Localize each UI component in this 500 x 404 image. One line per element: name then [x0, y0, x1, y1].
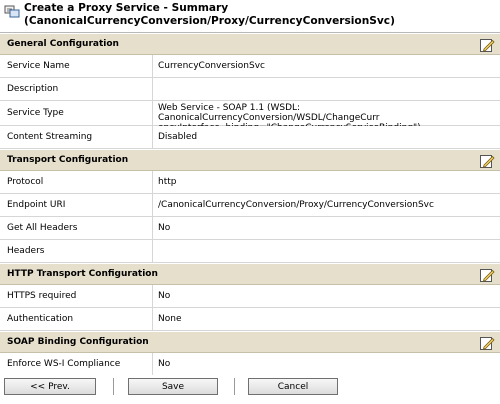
- table-row: Headers: [0, 240, 500, 263]
- row-label: Content Streaming: [0, 126, 153, 148]
- section-general-configuration: General Configuration: [0, 33, 500, 55]
- row-value: Web Service - SOAP 1.1 (WSDL: CanonicalC…: [153, 101, 500, 133]
- table-row: Service Name CurrencyConversionSvc: [0, 55, 500, 78]
- button-bar: << Prev. Save Cancel: [0, 375, 500, 404]
- edit-transport-configuration-icon[interactable]: [479, 153, 495, 169]
- row-label: Authentication: [0, 308, 153, 330]
- row-value: Disabled: [158, 132, 198, 142]
- row-label: Headers: [0, 240, 153, 262]
- service-type-line1: Web Service - SOAP 1.1 (WSDL: CanonicalC…: [158, 103, 380, 123]
- row-value: CurrencyConversionSvc: [158, 61, 265, 71]
- row-value: [153, 240, 500, 262]
- table-row: Authentication None: [0, 308, 500, 331]
- section-title: HTTP Transport Configuration: [7, 269, 158, 279]
- table-row: Get All Headers No: [0, 217, 500, 240]
- prev-button[interactable]: << Prev.: [4, 378, 96, 395]
- table-row: Protocol http: [0, 171, 500, 194]
- row-value: /CanonicalCurrencyConversion/Proxy/Curre…: [158, 200, 434, 210]
- table-row: Description: [0, 78, 500, 101]
- row-label: HTTPS required: [0, 285, 153, 307]
- button-separator: [234, 378, 235, 395]
- table-row: Endpoint URI /CanonicalCurrencyConversio…: [0, 194, 500, 217]
- page-title: Create a Proxy Service - Summary (Canoni…: [24, 2, 395, 28]
- page-title-line1: Create a Proxy Service - Summary: [24, 2, 229, 14]
- row-label: Enforce WS-I Compliance: [0, 353, 153, 375]
- summary-table: General Configuration Service Name Curre…: [0, 32, 500, 376]
- section-title: SOAP Binding Configuration: [7, 337, 149, 347]
- cancel-button[interactable]: Cancel: [248, 378, 338, 395]
- row-label: Endpoint URI: [0, 194, 153, 216]
- row-value: [153, 78, 500, 100]
- table-row: Content Streaming Disabled: [0, 126, 500, 149]
- row-label: Get All Headers: [0, 217, 153, 239]
- edit-general-configuration-icon[interactable]: [479, 37, 495, 53]
- row-value: No: [158, 291, 171, 301]
- row-value: None: [158, 314, 182, 324]
- button-separator: [113, 378, 114, 395]
- row-label: Service Type: [0, 101, 153, 125]
- section-transport-configuration: Transport Configuration: [0, 149, 500, 171]
- table-row: HTTPS required No: [0, 285, 500, 308]
- section-soap-binding-configuration: SOAP Binding Configuration: [0, 331, 500, 353]
- table-row: Enforce WS-I Compliance No: [0, 353, 500, 376]
- row-value: http: [158, 177, 177, 187]
- table-row: Service Type Web Service - SOAP 1.1 (WSD…: [0, 101, 500, 133]
- row-value: No: [158, 359, 171, 369]
- proxy-service-summary-page: Create a Proxy Service - Summary (Canoni…: [0, 0, 500, 404]
- edit-http-transport-configuration-icon[interactable]: [479, 267, 495, 283]
- row-label: Description: [0, 78, 153, 100]
- row-label: Protocol: [0, 171, 153, 193]
- save-button[interactable]: Save: [128, 378, 218, 395]
- page-title-line2: (CanonicalCurrencyConversion/Proxy/Curre…: [24, 15, 395, 27]
- page-header: Create a Proxy Service - Summary (Canoni…: [0, 0, 500, 34]
- section-title: Transport Configuration: [7, 155, 129, 165]
- section-title: General Configuration: [7, 39, 119, 49]
- edit-soap-binding-configuration-icon[interactable]: [479, 335, 495, 351]
- proxy-service-icon: [4, 5, 20, 18]
- row-value: No: [158, 223, 171, 233]
- section-http-transport-configuration: HTTP Transport Configuration: [0, 263, 500, 285]
- row-label: Service Name: [0, 55, 153, 77]
